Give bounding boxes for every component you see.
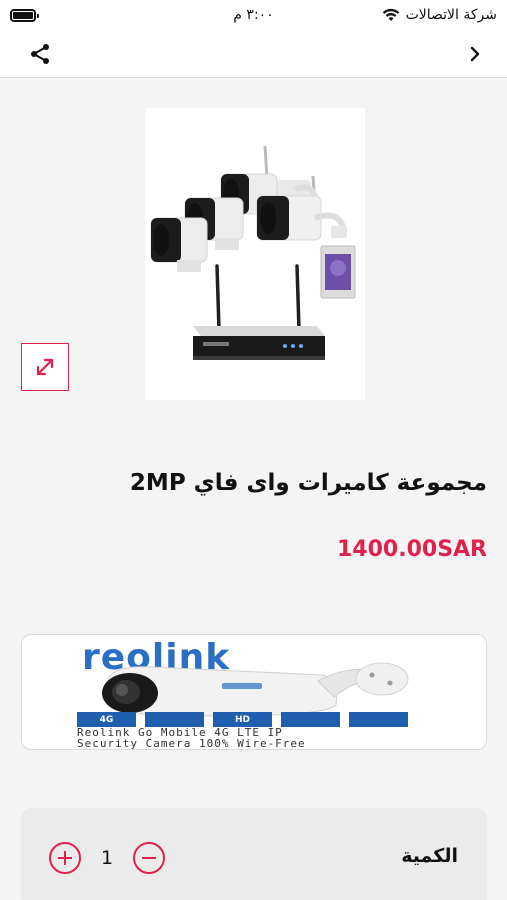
feature-badge: HD — [213, 712, 272, 727]
feature-badge — [349, 712, 408, 727]
product-title: مجموعة كاميرات واى فاي 2MP — [129, 470, 487, 496]
banner-feature-row: 4G HD — [77, 712, 408, 727]
camera-kit-illustration — [150, 145, 356, 360]
quantity-card: الكمية 1 — [21, 808, 487, 900]
share-button[interactable] — [26, 40, 54, 68]
product-image[interactable] — [145, 108, 365, 400]
battery-icon — [10, 8, 39, 22]
quantity-stepper: 1 — [49, 842, 165, 874]
minus-icon — [142, 856, 156, 859]
promo-banner[interactable]: reolink 4G HD Reolink Go Mobile 4G LTE I… — [21, 634, 487, 750]
quantity-label: الكمية — [401, 845, 458, 867]
wifi-icon — [382, 8, 399, 21]
increase-quantity-button[interactable] — [49, 842, 81, 874]
banner-caption: Reolink Go Mobile 4G LTE IP Security Cam… — [77, 727, 457, 749]
quantity-value: 1 — [100, 847, 114, 869]
feature-badge — [281, 712, 340, 727]
share-icon — [31, 43, 49, 64]
expand-arrows-icon — [36, 358, 54, 376]
feature-badge: 4G — [77, 712, 136, 727]
carrier-name: شركة الاتصالات — [405, 7, 497, 23]
banner-caption-line: Security Camera 100% Wire-Free — [77, 737, 306, 750]
product-price: 1400.00SAR — [336, 537, 487, 562]
expand-image-button[interactable] — [21, 343, 69, 391]
decrease-quantity-button[interactable] — [133, 842, 165, 874]
feature-badge — [145, 712, 204, 727]
status-bar: ٣:٠٠ م شركة الاتصالات — [0, 0, 507, 30]
plus-icon-vertical — [63, 851, 66, 865]
chevron-right-icon — [470, 46, 480, 61]
nav-bar — [0, 30, 507, 78]
back-button[interactable] — [461, 40, 489, 68]
